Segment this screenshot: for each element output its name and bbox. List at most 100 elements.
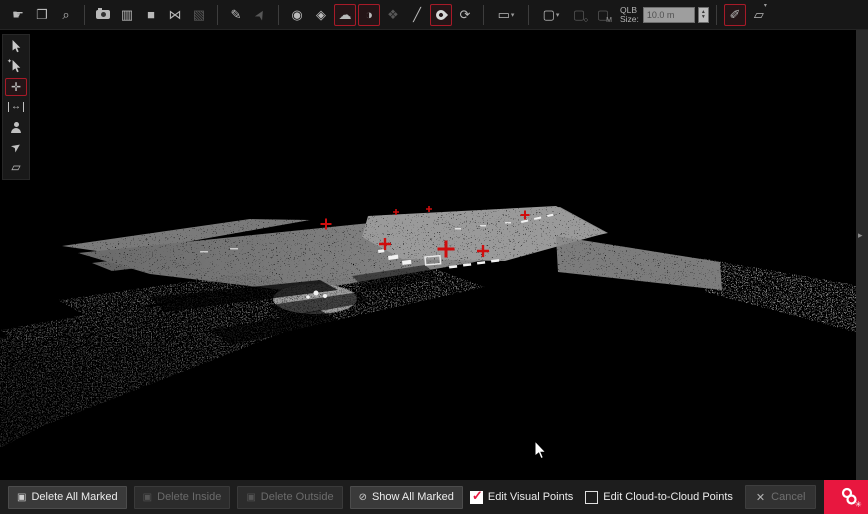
cursor-arrow-icon — [11, 60, 22, 74]
pick-tool-button[interactable]: ➤ — [249, 4, 271, 26]
solid-view-icon: ■ — [147, 7, 155, 22]
magnifier-icon: ⌕ — [62, 7, 69, 23]
main-toolbar: ☛ ❐ ⌕ ▥ ■ ⋈ ▧ ✎ ➤ ◉ ◈ ☁ ◑ ❖ ╱ ⟳ ▭ ▾ ▢ ▾ — [0, 0, 868, 30]
solid-view-button[interactable]: ■ — [140, 4, 162, 26]
sparkle-icon: ✦ — [7, 58, 12, 65]
panorama-view-button[interactable]: ⋈ — [164, 4, 186, 26]
tag-tool-button[interactable]: ◈ — [310, 4, 332, 26]
toolbar-separator — [528, 5, 529, 25]
cascade-windows-button[interactable]: ❐ — [31, 4, 53, 26]
brush-tool-button[interactable]: ✐ — [724, 4, 746, 26]
cube-icon: ▢ — [543, 7, 555, 23]
trowel-icon: ✐ — [729, 7, 740, 23]
toolbar-separator — [716, 5, 717, 25]
eye-slash-icon: ⊘ — [359, 492, 367, 503]
edit-cloud-to-cloud-label: Edit Cloud-to-Cloud Points — [603, 491, 733, 503]
toolbar-separator — [217, 5, 218, 25]
qlb-size-spinner[interactable]: ▲ ▼ — [698, 7, 709, 23]
delete-outside-label: Delete Outside — [261, 491, 334, 503]
eraser-tool-button[interactable]: ▱ ▾ — [748, 4, 770, 26]
pan-tool-button[interactable]: ☛ — [7, 4, 29, 26]
camera-icon — [96, 10, 110, 19]
qlb-size-input[interactable] — [643, 7, 695, 23]
marked-square-icon: ▣ — [17, 492, 26, 503]
mesh-icon: ❖ — [387, 7, 399, 23]
svg-text:✳: ✳ — [855, 500, 862, 508]
move-cross-icon: ✛ — [11, 80, 21, 94]
delete-inside-button[interactable]: ▣ Delete Inside — [134, 486, 231, 509]
cancel-button[interactable]: ✕ Cancel — [745, 485, 816, 509]
toolbar-separator — [84, 5, 85, 25]
box-3d-icon: ▱ — [11, 160, 20, 174]
viewport-tool-strip: ✦ ✛ ↔ ➤ ▱ — [2, 34, 30, 180]
chevron-up-icon: ▾ — [764, 2, 767, 9]
edit-cloud-to-cloud-option[interactable]: Edit Cloud-to-Cloud Points — [585, 491, 733, 504]
pan-hand-icon: ☛ — [12, 7, 24, 23]
distance-tool-button[interactable]: ↔ — [5, 98, 27, 116]
smart-select-tool-button[interactable]: ✦ — [5, 58, 27, 76]
rect-select-button[interactable]: ▭ ▾ — [491, 4, 521, 26]
mouse-cursor-icon — [533, 440, 547, 460]
fly-tool-button[interactable]: ➤ — [5, 138, 27, 156]
qlb-box-globe-button[interactable]: ▢ ○ — [568, 4, 590, 26]
cascade-windows-icon: ❐ — [36, 7, 48, 23]
edit-cloud-to-cloud-checkbox[interactable] — [585, 491, 598, 504]
point-cloud-toggle-button[interactable]: ☁ — [334, 4, 356, 26]
optimize-bundle-button[interactable]: ✳ Optimize Bundle — [824, 480, 868, 514]
qlb-size-label: QLB Size: — [620, 6, 639, 24]
marked-square-icon: ▣ — [143, 492, 152, 503]
right-panel-strip: ▸ — [856, 30, 868, 480]
ruler-icon: ╱ — [413, 7, 421, 23]
edit-visual-points-option[interactable]: ✓ Edit Visual Points — [470, 491, 573, 504]
qlb-box-m-button[interactable]: ▢ M — [592, 4, 614, 26]
filter-tool-button[interactable]: ⟳ — [454, 4, 476, 26]
person-icon — [10, 122, 22, 133]
pin-tool-button[interactable] — [430, 4, 452, 26]
pencil-icon: ✎ — [231, 7, 242, 23]
chevron-down-icon: ▾ — [556, 11, 560, 19]
ruler-tool-button[interactable]: ╱ — [406, 4, 428, 26]
mesh-toggle-button[interactable]: ❖ — [382, 4, 404, 26]
toolbar-separator — [278, 5, 279, 25]
show-all-marked-button[interactable]: ⊘ Show All Marked — [350, 486, 463, 509]
half-circle-icon: ◑ — [365, 7, 373, 22]
m-overlay-label: M — [606, 17, 612, 24]
toolbar-separator — [483, 5, 484, 25]
point-cloud-canvas[interactable] — [0, 0, 868, 514]
bundle-icon: ✳ — [840, 486, 862, 508]
cursor-arrow-icon — [11, 40, 22, 54]
edit-visual-points-checkbox[interactable]: ✓ — [470, 491, 483, 504]
spinner-down-icon[interactable]: ▼ — [701, 15, 706, 19]
globe-overlay-icon: ○ — [584, 17, 588, 24]
panel-expander-arrow-icon[interactable]: ▸ — [858, 230, 863, 241]
marked-square-icon: ▣ — [246, 492, 255, 503]
qlb-box-button[interactable]: ▢ ▾ — [536, 4, 566, 26]
split-view-icon: ▥ — [121, 7, 133, 23]
delete-all-marked-label: Delete All Marked — [31, 491, 117, 503]
qlb-size-field: QLB Size: ▲ ▼ — [620, 6, 709, 24]
location-pin-icon — [434, 7, 448, 21]
cloud-icon: ☁ — [339, 7, 352, 23]
paper-plane-icon: ➤ — [8, 138, 24, 155]
cursor-pick-icon: ➤ — [250, 6, 269, 23]
shading-toggle-button[interactable]: ◑ — [358, 4, 380, 26]
person-view-tool-button[interactable] — [5, 118, 27, 136]
box-view-tool-button[interactable]: ▱ — [5, 158, 27, 176]
split-view-button[interactable]: ▥ — [116, 4, 138, 26]
image-view-button[interactable]: ▧ — [188, 4, 210, 26]
tag-icon: ◈ — [316, 7, 326, 23]
bottom-action-bar: ▣ Delete All Marked ▣ Delete Inside ▣ De… — [0, 480, 868, 514]
sphere-view-button[interactable]: ◉ — [286, 4, 308, 26]
distance-icon: ↔ — [8, 102, 24, 112]
delete-outside-button[interactable]: ▣ Delete Outside — [237, 486, 342, 509]
measure-tool-button[interactable]: ✎ — [225, 4, 247, 26]
edit-visual-points-label: Edit Visual Points — [488, 491, 573, 503]
point-cloud-sparse — [0, 258, 862, 448]
zoom-region-button[interactable]: ⌕ — [55, 4, 77, 26]
camera-view-button[interactable] — [92, 4, 114, 26]
delete-all-marked-button[interactable]: ▣ Delete All Marked — [8, 486, 127, 509]
delete-inside-label: Delete Inside — [157, 491, 221, 503]
image-icon: ▧ — [193, 7, 205, 23]
move-tool-button[interactable]: ✛ — [5, 78, 27, 96]
select-tool-button[interactable] — [5, 38, 27, 56]
